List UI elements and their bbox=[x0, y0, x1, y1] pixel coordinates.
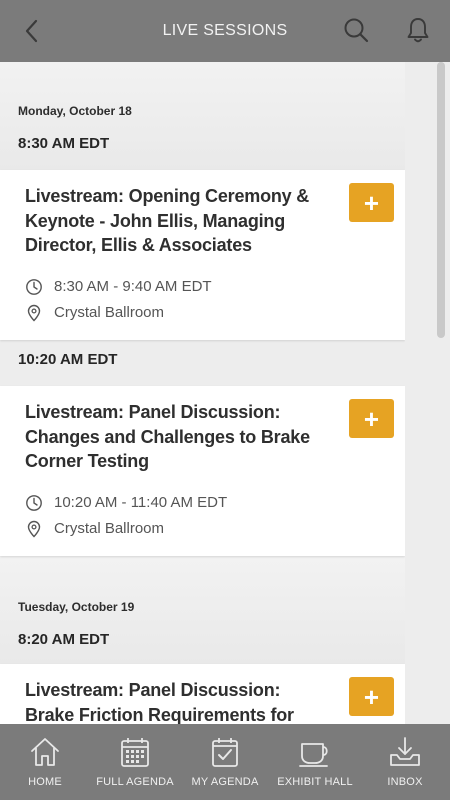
nav-exhibit-hall[interactable]: EXHIBIT HALL bbox=[270, 724, 360, 800]
calendar-icon bbox=[121, 738, 149, 767]
nav-label: MY AGENDA bbox=[191, 776, 259, 788]
add-to-agenda-button[interactable]: + bbox=[349, 183, 394, 222]
nav-home[interactable]: HOME bbox=[0, 724, 90, 800]
home-icon bbox=[31, 738, 59, 766]
day-header: Monday, October 18 8:30 AM EDT bbox=[0, 62, 405, 170]
coffee-cup-icon bbox=[299, 743, 328, 767]
back-icon[interactable] bbox=[18, 17, 46, 45]
day-header: Tuesday, October 19 8:20 AM EDT bbox=[0, 556, 405, 664]
calendar-check-icon bbox=[212, 738, 238, 767]
nav-label: HOME bbox=[28, 776, 62, 788]
day-label: Monday, October 18 bbox=[18, 104, 132, 118]
bell-icon[interactable] bbox=[404, 16, 432, 44]
nav-label: INBOX bbox=[387, 776, 423, 788]
page-title: LIVE SESSIONS bbox=[162, 22, 288, 39]
time-slot-header: 10:20 AM EDT bbox=[0, 340, 405, 386]
nav-label: EXHIBIT HALL bbox=[277, 776, 353, 788]
time-slot-label: 8:30 AM EDT bbox=[18, 135, 110, 152]
clock-icon bbox=[26, 278, 42, 295]
nav-my-agenda[interactable]: MY AGENDA bbox=[180, 724, 270, 800]
nav-label: FULL AGENDA bbox=[96, 776, 174, 788]
clock-icon bbox=[26, 494, 42, 511]
session-title[interactable]: Livestream: Panel Discussion: Changes an… bbox=[0, 386, 405, 474]
session-card[interactable]: Livestream: Panel Discussion: Changes an… bbox=[0, 386, 405, 556]
location-pin-icon bbox=[27, 520, 41, 538]
session-title[interactable]: Livestream: Panel Discussion: Brake Fric… bbox=[0, 664, 405, 724]
session-title[interactable]: Livestream: Opening Ceremony & Keynote -… bbox=[0, 170, 405, 258]
search-icon[interactable] bbox=[342, 16, 370, 44]
nav-inbox[interactable]: INBOX bbox=[360, 724, 450, 800]
inbox-download-icon bbox=[390, 737, 420, 766]
session-time-text: 8:30 AM - 9:40 AM EDT bbox=[54, 278, 212, 295]
time-slot-label: 8:20 AM EDT bbox=[18, 631, 110, 648]
session-list[interactable]: Monday, October 18 8:30 AM EDT Livestrea… bbox=[0, 62, 405, 724]
day-label: Tuesday, October 19 bbox=[18, 600, 135, 614]
session-location: Crystal Ballroom bbox=[0, 300, 405, 326]
top-app-bar: LIVE SESSIONS bbox=[0, 0, 450, 62]
scrollbar-thumb[interactable] bbox=[437, 62, 445, 338]
add-to-agenda-button[interactable]: + bbox=[349, 677, 394, 716]
session-location-text: Crystal Ballroom bbox=[54, 520, 165, 537]
session-card[interactable]: Livestream: Panel Discussion: Brake Fric… bbox=[0, 664, 405, 724]
session-location: Crystal Ballroom bbox=[0, 516, 405, 542]
add-to-agenda-button[interactable]: + bbox=[349, 399, 394, 438]
time-slot-label: 10:20 AM EDT bbox=[18, 351, 118, 368]
session-card[interactable]: Livestream: Opening Ceremony & Keynote -… bbox=[0, 170, 405, 340]
session-time-text: 10:20 AM - 11:40 AM EDT bbox=[54, 494, 228, 511]
nav-full-agenda[interactable]: FULL AGENDA bbox=[90, 724, 180, 800]
session-time: 8:30 AM - 9:40 AM EDT bbox=[0, 274, 405, 300]
session-location-text: Crystal Ballroom bbox=[54, 304, 165, 321]
bottom-navigation: HOME FULL AGENDA MY AGENDA EXHIBIT HALL … bbox=[0, 724, 450, 800]
location-pin-icon bbox=[27, 304, 41, 322]
session-time: 10:20 AM - 11:40 AM EDT bbox=[0, 490, 405, 516]
